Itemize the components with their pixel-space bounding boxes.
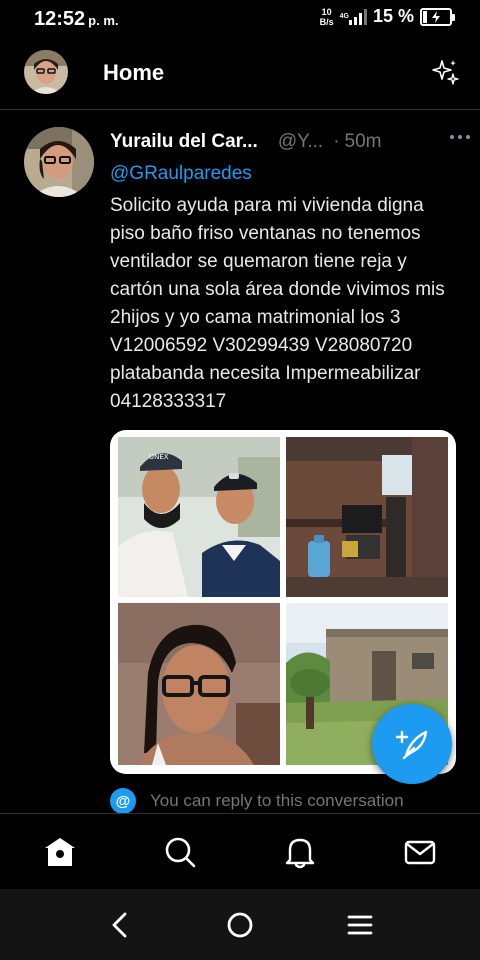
nav-notifications[interactable] xyxy=(282,834,318,870)
tweet-text: Solicito ayuda para mi vivienda digna pi… xyxy=(110,195,445,412)
battery-percent: 15 % xyxy=(372,6,414,26)
search-icon xyxy=(165,837,196,868)
cap-text: UNEX xyxy=(149,453,169,461)
system-recents-button[interactable] xyxy=(342,907,378,943)
author-display-name[interactable]: Yurailu del Car... xyxy=(110,131,258,153)
status-clock: 12:52 xyxy=(34,8,86,30)
nav-search[interactable] xyxy=(162,834,198,870)
back-icon xyxy=(112,912,127,938)
battery-level xyxy=(423,10,428,23)
compose-button[interactable] xyxy=(372,704,452,784)
tweet-time[interactable]: 50m xyxy=(345,131,382,153)
reply-info-text: You can reply to this conversation xyxy=(150,791,404,810)
network-speed: 10 B/s xyxy=(320,7,334,27)
battery-icon xyxy=(420,7,455,26)
nav-home[interactable] xyxy=(42,834,78,870)
media-photo-2[interactable] xyxy=(286,437,448,597)
home-icon xyxy=(45,838,75,866)
system-back-button[interactable] xyxy=(102,907,138,943)
network-speed-value: 10 xyxy=(321,6,332,17)
tweet-body: Yurailu del Car... @Y... · 50m @GRaulpar… xyxy=(110,129,470,416)
status-ampm: p. m. xyxy=(88,13,119,28)
system-nav-bar xyxy=(0,889,480,960)
menu-lines-icon xyxy=(347,915,373,935)
author-handle[interactable]: @Y... xyxy=(278,131,323,153)
status-bar: 12:52 p. m. 10 B/s 4G 15 % xyxy=(0,0,480,38)
compose-feather-icon xyxy=(395,730,428,760)
tweet-header: Yurailu del Car... @Y... · 50m xyxy=(110,129,466,155)
page-title: Home xyxy=(103,60,165,85)
mention-link[interactable]: @GRaulparedes xyxy=(110,161,466,187)
sparkle-icon[interactable] xyxy=(430,58,460,88)
network-type: 4G xyxy=(339,12,349,20)
app-header: Home xyxy=(0,38,480,110)
charging-bolt-icon xyxy=(432,10,440,23)
bottom-nav xyxy=(0,813,480,889)
signal-icon xyxy=(348,8,367,25)
envelope-icon xyxy=(404,840,436,865)
circle-home-icon xyxy=(227,912,253,938)
separator-dot: · xyxy=(333,131,340,152)
status-time: 12:52 p. m. xyxy=(34,8,119,31)
avatar[interactable] xyxy=(24,50,68,94)
reply-info: @ You can reply to this conversation xyxy=(110,788,404,813)
more-options-icon[interactable] xyxy=(450,135,470,139)
status-indicators: 10 B/s 4G 15 % xyxy=(320,6,455,27)
media-photo-1[interactable]: UNEX xyxy=(118,437,280,597)
media-photo-3[interactable] xyxy=(118,603,280,765)
bell-icon xyxy=(285,838,315,869)
at-icon: @ xyxy=(110,788,136,813)
nav-messages[interactable] xyxy=(402,834,438,870)
tweet-author-avatar[interactable] xyxy=(24,127,94,197)
system-home-button[interactable] xyxy=(222,907,258,943)
network-speed-unit: B/s xyxy=(319,16,334,27)
